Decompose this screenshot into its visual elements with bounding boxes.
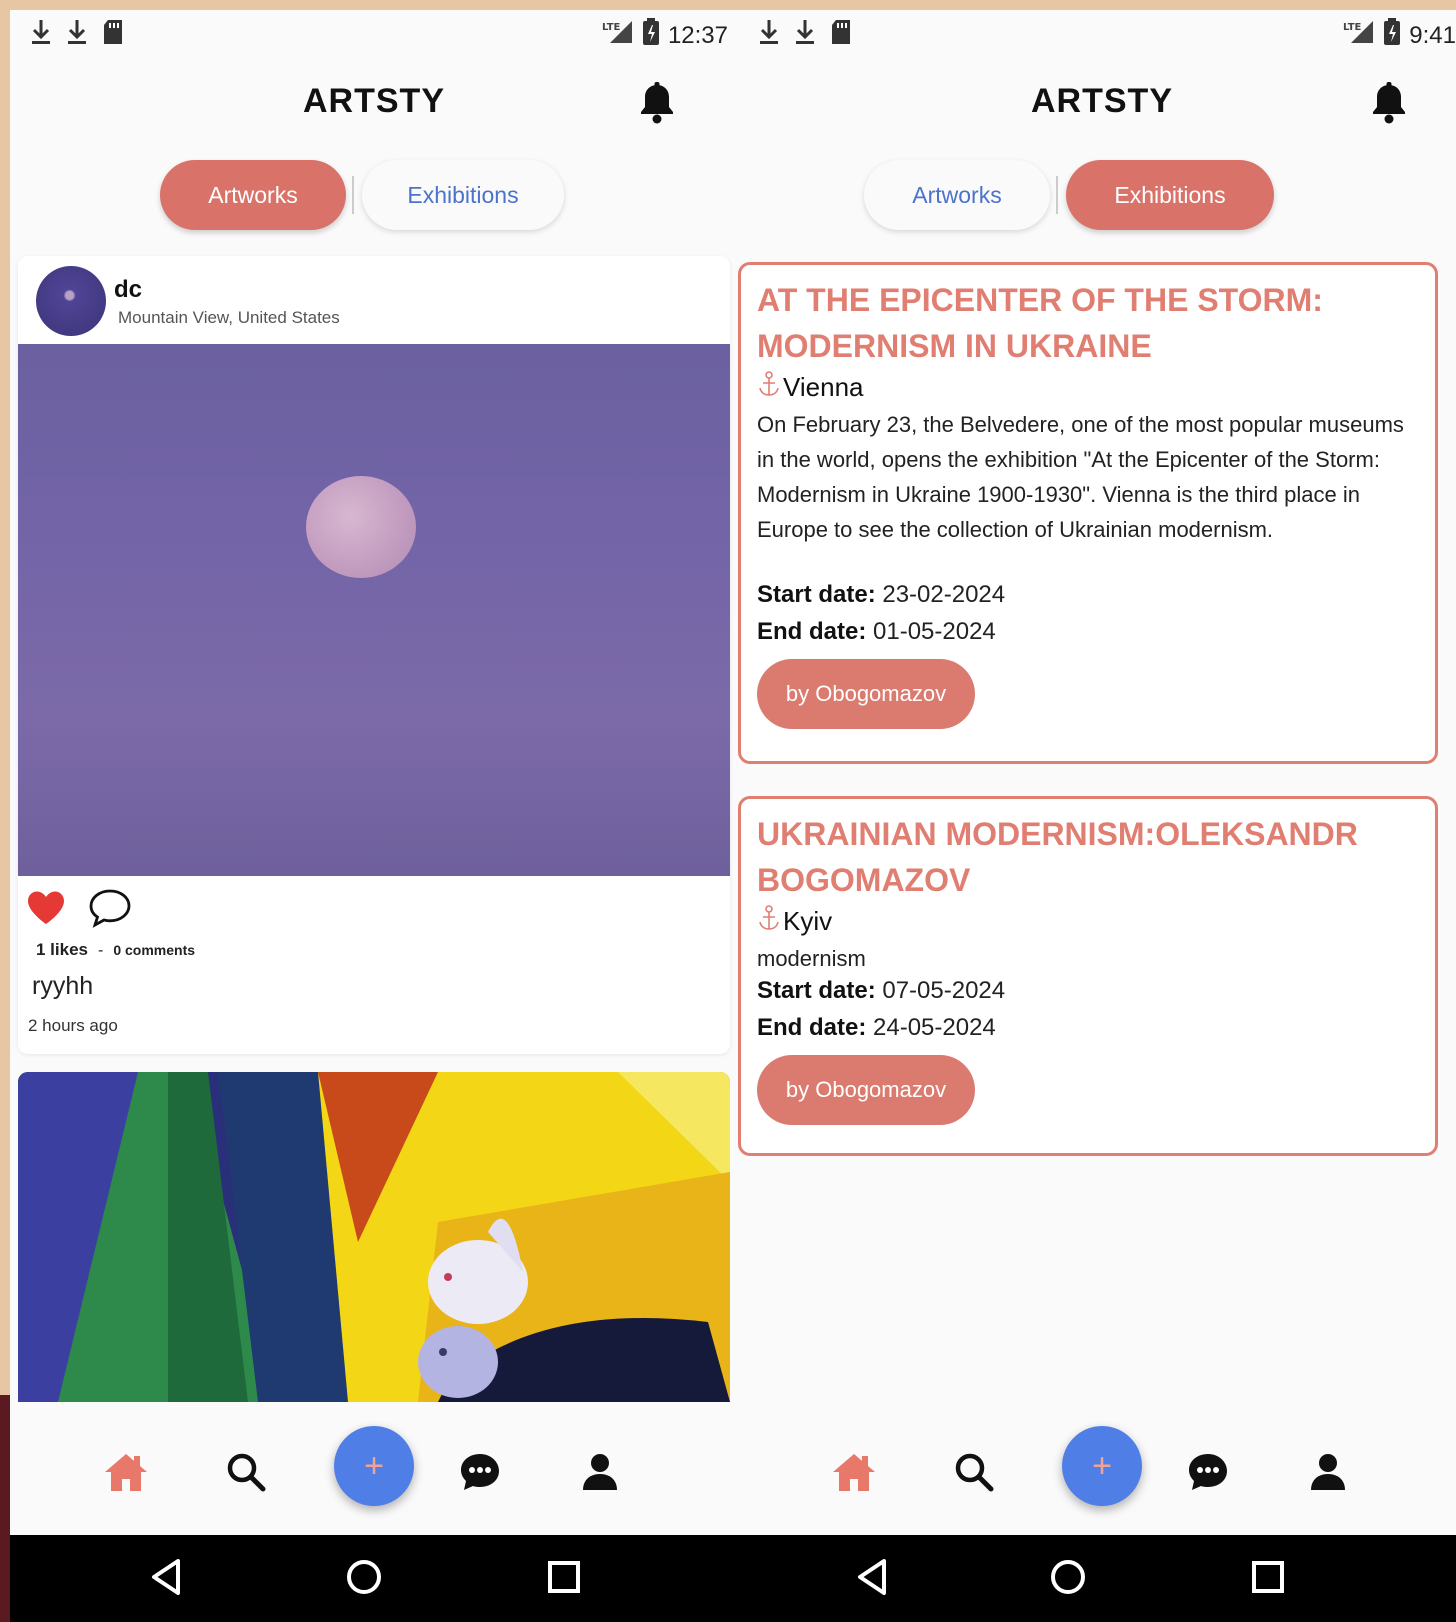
post-timestamp: 2 hours ago — [28, 1016, 118, 1035]
tab-exhibitions[interactable]: Exhibitions — [1066, 160, 1274, 230]
back-icon[interactable] — [148, 1557, 184, 1597]
chat-icon[interactable] — [1178, 1442, 1238, 1502]
exhibition-end-date: End date: 24-05-2024 — [757, 1014, 996, 1042]
download-icon — [758, 18, 780, 46]
status-time: 9:41 — [1409, 21, 1456, 49]
status-bar: LTE 12:37 — [10, 10, 738, 54]
post-caption: ryyhh — [32, 972, 94, 1000]
start-date-value: 07-05-2024 — [882, 977, 1006, 1004]
home-circle-icon[interactable] — [1048, 1557, 1088, 1597]
comments-count[interactable]: 0 comments — [113, 942, 195, 958]
end-date-value: 01-05-2024 — [873, 618, 996, 645]
recents-icon[interactable] — [1250, 1557, 1286, 1597]
exhibition-start-date: Start date: 23-02-2024 — [757, 581, 1005, 609]
download-icon — [794, 18, 816, 46]
add-artwork-button[interactable]: + — [1062, 1426, 1142, 1506]
comment-icon[interactable] — [88, 888, 132, 933]
exhibition-title: UKRAINIAN MODERNISM:OLEKSANDR BOGOMAZOV — [757, 816, 1358, 898]
end-date-value: 24-05-2024 — [873, 1014, 996, 1041]
tab-divider — [352, 176, 354, 214]
bottom-navigation: + — [10, 1402, 738, 1534]
post-stats: 1 likes - 0 comments — [36, 940, 195, 960]
profile-icon[interactable] — [570, 1442, 630, 1502]
likes-count[interactable]: 1 likes — [36, 940, 88, 960]
status-time: 12:37 — [667, 21, 728, 49]
sd-card-icon — [102, 19, 124, 45]
exhibition-card[interactable]: AT THE EPICENTER OF THE STORM: MODERNISM… — [738, 262, 1438, 764]
stats-separator: - — [98, 942, 104, 959]
tab-artworks[interactable]: Artworks — [160, 160, 346, 230]
download-icon — [30, 18, 52, 46]
sd-card-icon — [830, 19, 852, 45]
post-header: dc Mountain View, United States — [18, 256, 730, 344]
tab-divider — [1056, 176, 1058, 214]
battery-icon — [1383, 18, 1401, 53]
exhibition-end-date: End date: 01-05-2024 — [757, 618, 996, 646]
artwork-image-preview[interactable] — [18, 1072, 730, 1402]
exhibition-card[interactable]: UKRAINIAN MODERNISM:OLEKSANDR BOGOMAZOV … — [738, 796, 1438, 1156]
exhibition-start-date: Start date: 07-05-2024 — [757, 977, 1005, 1005]
moon-shape — [306, 476, 416, 578]
end-date-label: End date: — [757, 1014, 867, 1041]
add-artwork-button[interactable]: + — [334, 1426, 414, 1506]
download-icon — [66, 18, 88, 46]
battery-icon — [642, 18, 660, 53]
app-title: ARTSTY — [1031, 82, 1173, 120]
back-icon[interactable] — [854, 1557, 890, 1597]
artwork-post-card[interactable]: dc Mountain View, United States 1 likes … — [18, 256, 730, 1054]
search-icon[interactable] — [216, 1442, 276, 1502]
start-date-value: 23-02-2024 — [882, 581, 1006, 608]
app-title: ARTSTY — [303, 82, 445, 120]
search-icon[interactable] — [944, 1442, 1004, 1502]
artwork-image[interactable] — [18, 344, 730, 876]
post-location: Mountain View, United States — [118, 308, 340, 327]
anchor-icon — [757, 371, 781, 404]
phone-screen-artworks: LTE 12:37 ARTSTY Artworks Exhibitions dc… — [10, 10, 738, 1545]
tab-exhibitions[interactable]: Exhibitions — [362, 160, 564, 230]
home-icon[interactable] — [96, 1442, 156, 1502]
start-date-label: Start date: — [757, 977, 876, 1004]
chat-icon[interactable] — [450, 1442, 510, 1502]
system-navigation-bar — [10, 1535, 738, 1622]
exhibition-location: Kyiv — [757, 905, 832, 938]
exhibition-city: Kyiv — [783, 906, 833, 936]
signal-icon: LTE — [1343, 19, 1375, 52]
start-date-label: Start date: — [757, 581, 876, 608]
signal-icon: LTE — [602, 19, 634, 52]
exhibition-description: On February 23, the Belvedere, one of th… — [757, 412, 1404, 542]
phone-screen-exhibitions: LTE 9:41 ARTSTY Artworks Exhibitions AT … — [738, 10, 1456, 1545]
heart-icon[interactable] — [26, 890, 66, 931]
exhibition-city: Vienna — [783, 372, 864, 402]
add-icon: + — [364, 1446, 384, 1485]
exhibition-title: AT THE EPICENTER OF THE STORM: MODERNISM… — [757, 282, 1323, 364]
exhibition-author-button[interactable]: by Obogomazov — [757, 659, 975, 729]
system-navigation-bar — [738, 1535, 1456, 1622]
post-actions — [26, 888, 132, 933]
svg-text:LTE: LTE — [602, 22, 621, 33]
anchor-icon — [757, 905, 781, 938]
post-username[interactable]: dc — [114, 276, 142, 304]
home-icon[interactable] — [824, 1442, 884, 1502]
exhibition-location: Vienna — [757, 371, 864, 404]
bottom-navigation: + — [738, 1402, 1456, 1534]
notification-bell-icon[interactable] — [1370, 82, 1408, 129]
tab-bar: Artworks Exhibitions — [10, 160, 738, 234]
add-icon: + — [1092, 1446, 1112, 1485]
tab-artworks[interactable]: Artworks — [864, 160, 1050, 230]
status-bar: LTE 9:41 — [738, 10, 1456, 54]
exhibition-description: modernism — [757, 946, 866, 971]
svg-text:LTE: LTE — [1343, 22, 1362, 33]
exhibition-author-button[interactable]: by Obogomazov — [757, 1055, 975, 1125]
avatar[interactable] — [36, 266, 106, 336]
profile-icon[interactable] — [1298, 1442, 1358, 1502]
home-circle-icon[interactable] — [344, 1557, 384, 1597]
notification-bell-icon[interactable] — [638, 82, 676, 129]
recents-icon[interactable] — [546, 1557, 582, 1597]
background-edge — [0, 1395, 10, 1622]
tab-bar: Artworks Exhibitions — [738, 160, 1456, 234]
end-date-label: End date: — [757, 618, 867, 645]
